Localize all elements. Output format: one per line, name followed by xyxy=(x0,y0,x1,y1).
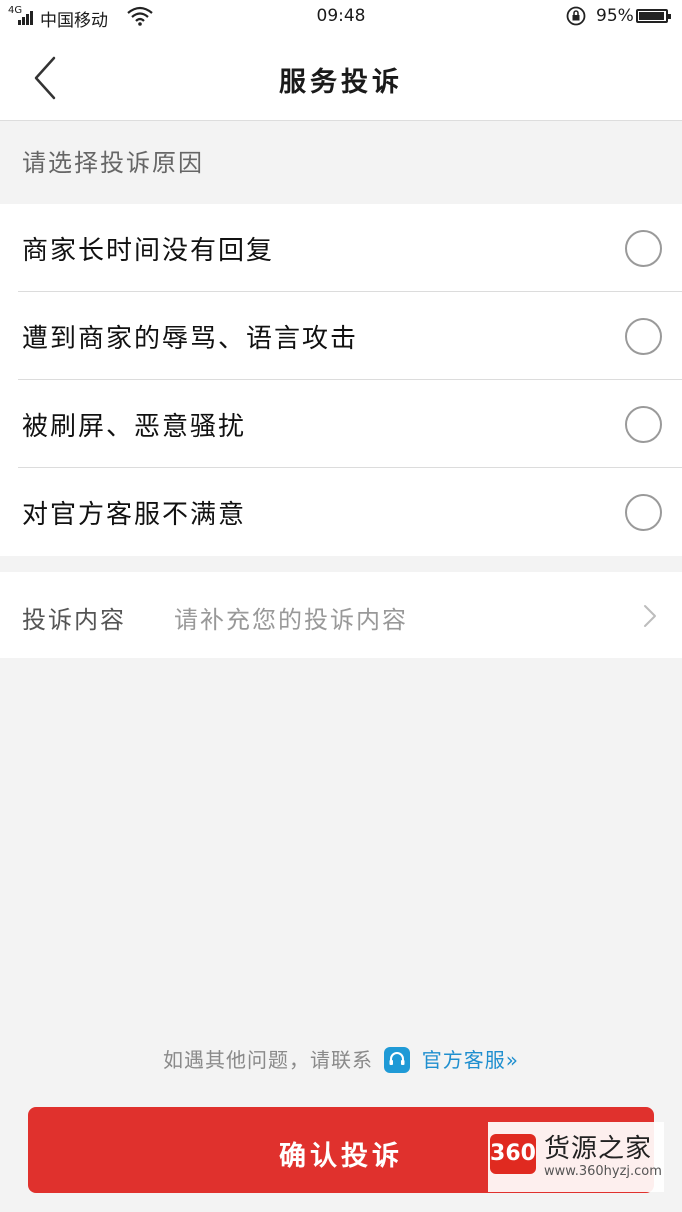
nav-bar: 服务投诉 xyxy=(0,34,682,121)
radio-button[interactable] xyxy=(625,406,662,443)
watermark-name: 货源之家 xyxy=(544,1134,653,1164)
contact-hint: 如遇其他问题，请联系 官方客服» xyxy=(0,1044,682,1073)
official-service-link[interactable]: 官方客服» xyxy=(422,1048,519,1072)
reason-option[interactable]: 遭到商家的辱骂、语言攻击 xyxy=(0,292,682,380)
complaint-content-row[interactable]: 投诉内容 请补充您的投诉内容 xyxy=(0,572,682,658)
watermark-url: www.360hyzj.com xyxy=(544,1164,662,1179)
status-bar: 4G 中国移动 09:48 95% xyxy=(0,0,682,34)
reason-label: 遭到商家的辱骂、语言攻击 xyxy=(22,324,359,354)
double-chevron-icon: » xyxy=(505,1048,519,1072)
reason-option[interactable]: 被刷屏、恶意骚扰 xyxy=(0,380,682,468)
battery-percent: 95% xyxy=(596,6,634,26)
watermark-logo: 360 xyxy=(490,1134,536,1174)
reason-label: 商家长时间没有回复 xyxy=(22,236,275,266)
reason-option[interactable]: 商家长时间没有回复 xyxy=(0,204,682,292)
section-header: 请选择投诉原因 xyxy=(0,121,682,203)
reason-list: 商家长时间没有回复 遭到商家的辱骂、语言攻击 被刷屏、恶意骚扰 对官方客服不满意 xyxy=(0,204,682,556)
complaint-content-label: 投诉内容 xyxy=(22,606,126,634)
radio-button[interactable] xyxy=(625,230,662,267)
battery-icon xyxy=(636,9,671,23)
contact-prefix: 如遇其他问题，请联系 xyxy=(163,1048,374,1072)
reason-label: 被刷屏、恶意骚扰 xyxy=(22,412,247,442)
radio-button[interactable] xyxy=(625,494,662,531)
watermark: 360 货源之家 www.360hyzj.com xyxy=(488,1122,664,1192)
battery-fill xyxy=(639,12,664,20)
section-title: 请选择投诉原因 xyxy=(22,149,204,177)
rotation-lock-icon xyxy=(566,6,586,26)
customer-service-icon[interactable] xyxy=(384,1047,411,1073)
chevron-right-icon xyxy=(644,605,656,627)
radio-button[interactable] xyxy=(625,318,662,355)
page-title: 服务投诉 xyxy=(279,67,403,98)
reason-option[interactable]: 对官方客服不满意 xyxy=(0,468,682,556)
reason-label: 对官方客服不满意 xyxy=(22,500,247,530)
complaint-content-placeholder[interactable]: 请补充您的投诉内容 xyxy=(174,600,408,635)
